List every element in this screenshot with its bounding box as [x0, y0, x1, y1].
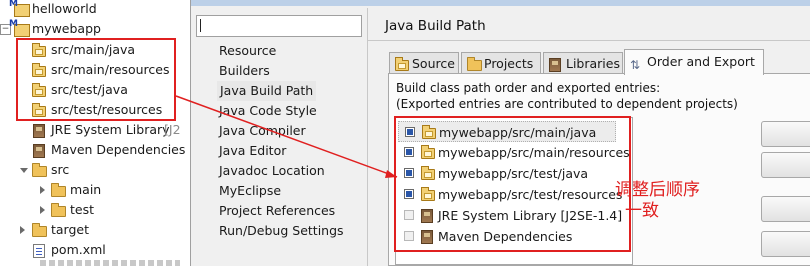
order-export-icon: ⇅ — [630, 58, 641, 72]
tab-label: Order and Export — [647, 54, 755, 69]
annotation-arrow — [175, 95, 398, 178]
annotation-text: 调整后顺序 一致 — [615, 180, 700, 222]
annotation-line-2: 一致 — [625, 201, 659, 221]
annotation-line-1: 调整后顺序 — [615, 180, 700, 200]
tab-order-and-export[interactable]: ⇅ Order and Export — [624, 49, 764, 75]
